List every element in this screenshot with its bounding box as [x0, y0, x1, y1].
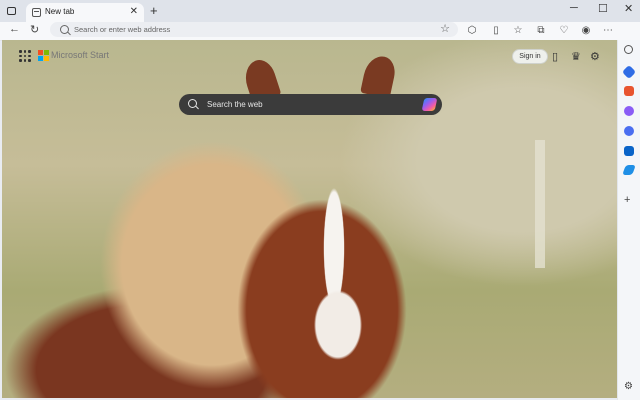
address-placeholder: Search or enter web address	[74, 25, 171, 34]
sidebar-settings-gear-icon[interactable]: ⚙	[624, 381, 633, 392]
outlook-icon[interactable]	[624, 146, 634, 156]
favorite-star-icon[interactable]: ☆	[440, 22, 450, 35]
new-tab-favicon-icon	[32, 8, 41, 17]
tab-close-icon[interactable]: ✕	[130, 6, 138, 17]
new-tab-button[interactable]: +	[150, 3, 158, 18]
profile-avatar-icon[interactable]: ◉	[580, 25, 592, 37]
tab-title: New tab	[45, 7, 75, 16]
address-bar[interactable]: Search or enter web address ☆	[50, 22, 458, 37]
extensions-icon[interactable]: ⬡	[466, 25, 478, 37]
web-search-box[interactable]: Search the web	[179, 94, 442, 115]
games-icon[interactable]	[624, 126, 634, 136]
copilot-sidebar-icon[interactable]	[622, 25, 634, 37]
more-options-icon[interactable]: ⋯	[602, 25, 614, 37]
tab-new-tab[interactable]: New tab ✕	[26, 3, 144, 22]
page-settings-gear-icon[interactable]: ⚙	[590, 50, 600, 63]
sign-in-button[interactable]: Sign in	[512, 49, 548, 64]
tools-icon[interactable]	[624, 86, 634, 96]
send-icon[interactable]	[622, 165, 636, 175]
favorites-icon[interactable]: ☆	[512, 25, 524, 37]
title-bar: New tab ✕ + ─ ☐ ✕	[0, 0, 640, 22]
add-sidebar-app-icon[interactable]: +	[624, 194, 630, 206]
tab-actions-icon[interactable]	[6, 5, 18, 17]
search-icon	[60, 25, 69, 34]
microsoft-logo-icon	[38, 50, 49, 61]
maximize-button[interactable]: ☐	[598, 2, 608, 15]
people-icon[interactable]	[624, 106, 634, 116]
search-icon	[188, 99, 197, 108]
brand-name: Microsoft Start	[51, 50, 110, 60]
back-arrow-icon[interactable]: ←	[9, 23, 20, 35]
fence-post	[535, 140, 545, 268]
background-image: Microsoft Start Sign in ▯ ♛ ⚙ Search the…	[2, 40, 617, 398]
sidebar-search-icon[interactable]	[624, 45, 633, 54]
app-launcher-icon[interactable]	[19, 50, 31, 62]
refresh-icon[interactable]: ↻	[30, 23, 39, 36]
window-close-button[interactable]: ✕	[624, 2, 633, 15]
horse-right-ear	[360, 53, 398, 99]
split-screen-icon[interactable]: ▯	[490, 25, 502, 37]
rewards-trophy-icon[interactable]: ♛	[571, 50, 581, 63]
minimize-button[interactable]: ─	[570, 2, 578, 14]
browser-essentials-icon[interactable]: ♡	[558, 25, 570, 37]
right-sidebar: + ⚙	[617, 40, 640, 400]
search-placeholder: Search the web	[207, 100, 263, 109]
shopping-tag-icon[interactable]	[621, 64, 637, 80]
collections-icon[interactable]: ⧉	[535, 25, 547, 37]
phone-icon[interactable]: ▯	[552, 50, 558, 63]
copilot-icon[interactable]	[421, 98, 438, 111]
